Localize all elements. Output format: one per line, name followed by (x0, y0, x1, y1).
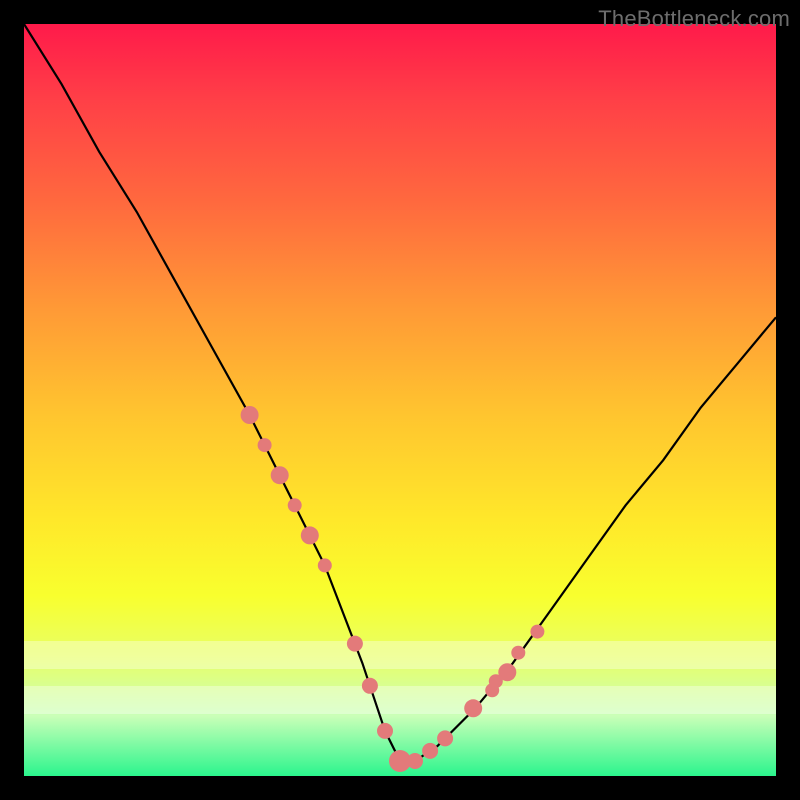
pale-band-2 (24, 686, 776, 714)
watermark-text: TheBottleneck.com (598, 6, 790, 32)
pale-band-1 (24, 641, 776, 669)
chart-plot-area (24, 24, 776, 776)
